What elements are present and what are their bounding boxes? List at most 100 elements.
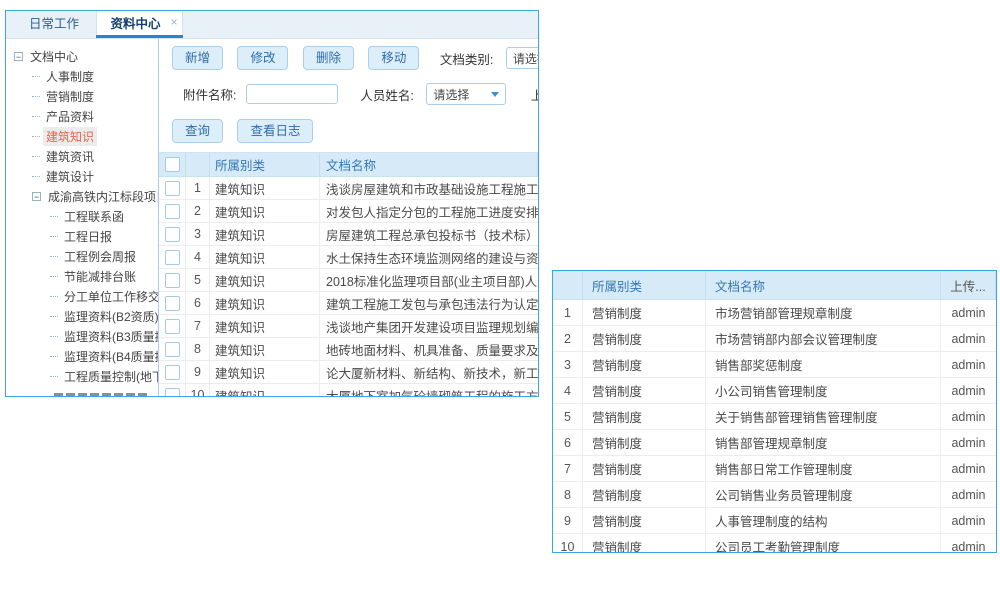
- row-checkbox-cell: [159, 338, 186, 360]
- row-checkbox[interactable]: [165, 204, 180, 219]
- tree-item-9[interactable]: 工程日报: [6, 226, 158, 246]
- row-number: 8: [553, 482, 583, 507]
- row-checkbox[interactable]: [165, 250, 180, 265]
- row-checkbox[interactable]: [165, 365, 180, 380]
- tab-data-center[interactable]: 资料中心 ×: [96, 11, 183, 37]
- table-row[interactable]: 3建筑知识房屋建筑工程总承包投标书（技术标）...: [159, 223, 538, 246]
- search-button[interactable]: 查询: [172, 119, 223, 143]
- row-checkbox-cell: [159, 177, 186, 199]
- person-name-select[interactable]: 请选择: [426, 83, 506, 105]
- tree-item-4[interactable]: 建筑知识: [6, 126, 158, 146]
- row-number: 5: [553, 404, 583, 429]
- tree-item-label: 建筑资讯: [43, 147, 97, 166]
- table-row[interactable]: 2建筑知识对发包人指定分包的工程施工进度安排...: [159, 200, 538, 223]
- table-row[interactable]: 10建筑知识大厦地下室加气砼墙砌筑工程的施工方...: [159, 384, 538, 396]
- tree-item-7[interactable]: −成渝高铁内江标段项目: [6, 186, 158, 206]
- row-checkbox[interactable]: [165, 342, 180, 357]
- table-row[interactable]: 1营销制度市场营销部管理规章制度admin: [553, 300, 996, 326]
- tree-item-11[interactable]: 节能减排台账: [6, 266, 158, 286]
- collapse-icon[interactable]: −: [14, 52, 23, 61]
- tree-item-6[interactable]: 建筑设计: [6, 166, 158, 186]
- row-checkbox[interactable]: [165, 388, 180, 397]
- collapse-icon[interactable]: −: [32, 192, 41, 201]
- tree-item-16[interactable]: 工程质量控制(地下室): [6, 366, 158, 386]
- view-log-button[interactable]: 查看日志: [237, 119, 313, 143]
- tree-item-label: 建筑设计: [43, 167, 97, 186]
- table-row[interactable]: 9营销制度人事管理制度的结构admin: [553, 508, 996, 534]
- table-row[interactable]: 3营销制度销售部奖惩制度admin: [553, 352, 996, 378]
- row-checkbox[interactable]: [165, 227, 180, 242]
- row-category: 营销制度: [583, 378, 706, 403]
- tree-connector-icon: [50, 236, 58, 237]
- table-row[interactable]: 5营销制度关于销售部管理销售管理制度admin: [553, 404, 996, 430]
- row-checkbox[interactable]: [165, 319, 180, 334]
- person-name-value: 请选择: [433, 86, 469, 103]
- edit-button[interactable]: 修改: [237, 46, 288, 70]
- table-row[interactable]: 4营销制度小公司销售管理制度admin: [553, 378, 996, 404]
- row-uploader: admin: [941, 534, 996, 553]
- tree-connector-icon: [50, 356, 58, 357]
- row-category: 营销制度: [583, 300, 706, 325]
- table-row[interactable]: 6营销制度销售部管理规章制度admin: [553, 430, 996, 456]
- tree-item-3[interactable]: 产品资料: [6, 106, 158, 126]
- row-checkbox-cell: [159, 361, 186, 383]
- table-row[interactable]: 4建筑知识水土保持生态环境监测网络的建设与资...: [159, 246, 538, 269]
- tree-item-10[interactable]: 工程例会周报: [6, 246, 158, 266]
- attachment-name-label: 附件名称:: [183, 89, 236, 103]
- row-number: 9: [186, 361, 210, 383]
- tree-item-0[interactable]: −文档中心: [6, 46, 158, 66]
- select-all-checkbox[interactable]: [165, 157, 180, 172]
- table-row[interactable]: 5建筑知识2018标准化监理项目部(业主项目部)人员...: [159, 269, 538, 292]
- tree-item-partial[interactable]: [54, 393, 147, 396]
- tree-item-label: 分工单位工作移交: [61, 287, 159, 306]
- row-checkbox[interactable]: [165, 273, 180, 288]
- close-icon[interactable]: ×: [170, 10, 177, 35]
- table-row[interactable]: 10营销制度公司员工考勤管理制度admin: [553, 534, 996, 553]
- row-category: 建筑知识: [210, 384, 320, 396]
- row-doc-name: 2018标准化监理项目部(业主项目部)人员...: [320, 269, 538, 291]
- row-number: 2: [553, 326, 583, 351]
- row-checkbox[interactable]: [165, 296, 180, 311]
- table-row[interactable]: 2营销制度市场营销部内部会议管理制度admin: [553, 326, 996, 352]
- tree-item-1[interactable]: 人事制度: [6, 66, 158, 86]
- doc-category-select[interactable]: 请选择: [506, 47, 538, 69]
- row-doc-name: 对发包人指定分包的工程施工进度安排...: [320, 200, 538, 222]
- tree-item-13[interactable]: 监理资料(B2资质): [6, 306, 158, 326]
- table-row[interactable]: 8营销制度公司销售业务员管理制度admin: [553, 482, 996, 508]
- tree-item-8[interactable]: 工程联系函: [6, 206, 158, 226]
- tree-item-label: 成渝高铁内江标段项目: [45, 187, 159, 206]
- table-row[interactable]: 1建筑知识浅谈房屋建筑和市政基础设施工程施工...: [159, 177, 538, 200]
- tree-item-2[interactable]: 营销制度: [6, 86, 158, 106]
- row-uploader: admin: [941, 508, 996, 533]
- row-number: 4: [553, 378, 583, 403]
- left-table-body: 1建筑知识浅谈房屋建筑和市政基础设施工程施工...2建筑知识对发包人指定分包的工…: [159, 177, 538, 396]
- tree-connector-icon: [32, 136, 40, 137]
- row-doc-name: 水土保持生态环境监测网络的建设与资...: [320, 246, 538, 268]
- tab-daily-work[interactable]: 日常工作: [16, 11, 92, 37]
- table-row[interactable]: 6建筑知识建筑工程施工发包与承包违法行为认定...: [159, 292, 538, 315]
- row-checkbox[interactable]: [165, 181, 180, 196]
- row-uploader: admin: [941, 300, 996, 325]
- row-number: 5: [186, 269, 210, 291]
- right-table-body: 1营销制度市场营销部管理规章制度admin2营销制度市场营销部内部会议管理制度a…: [553, 300, 996, 553]
- row-number: 6: [186, 292, 210, 314]
- table-row[interactable]: 7营销制度销售部日常工作管理制度admin: [553, 456, 996, 482]
- tree-connector-icon: [50, 336, 58, 337]
- row-category: 建筑知识: [210, 315, 320, 337]
- attachment-name-input[interactable]: [246, 84, 338, 104]
- table-row[interactable]: 9建筑知识论大厦新材料、新结构、新技术，新工...: [159, 361, 538, 384]
- table-row[interactable]: 8建筑知识地砖地面材料、机具准备、质量要求及...: [159, 338, 538, 361]
- select-all-cell: [159, 153, 186, 176]
- move-button[interactable]: 移动: [368, 46, 419, 70]
- add-button[interactable]: 新增: [172, 46, 223, 70]
- tree-item-14[interactable]: 监理资料(B3质量控制): [6, 326, 158, 346]
- tab-bar: 日常工作 资料中心 ×: [6, 11, 538, 39]
- tab-data-center-label: 资料中心: [110, 17, 160, 31]
- tree-item-5[interactable]: 建筑资讯: [6, 146, 158, 166]
- table-row[interactable]: 7建筑知识浅谈地产集团开发建设项目监理规划编...: [159, 315, 538, 338]
- tree-item-15[interactable]: 监理资料(B4质量控制): [6, 346, 158, 366]
- row-doc-name: 建筑工程施工发包与承包违法行为认定...: [320, 292, 538, 314]
- row-checkbox-cell: [159, 315, 186, 337]
- delete-button[interactable]: 删除: [303, 46, 354, 70]
- tree-item-12[interactable]: 分工单位工作移交: [6, 286, 158, 306]
